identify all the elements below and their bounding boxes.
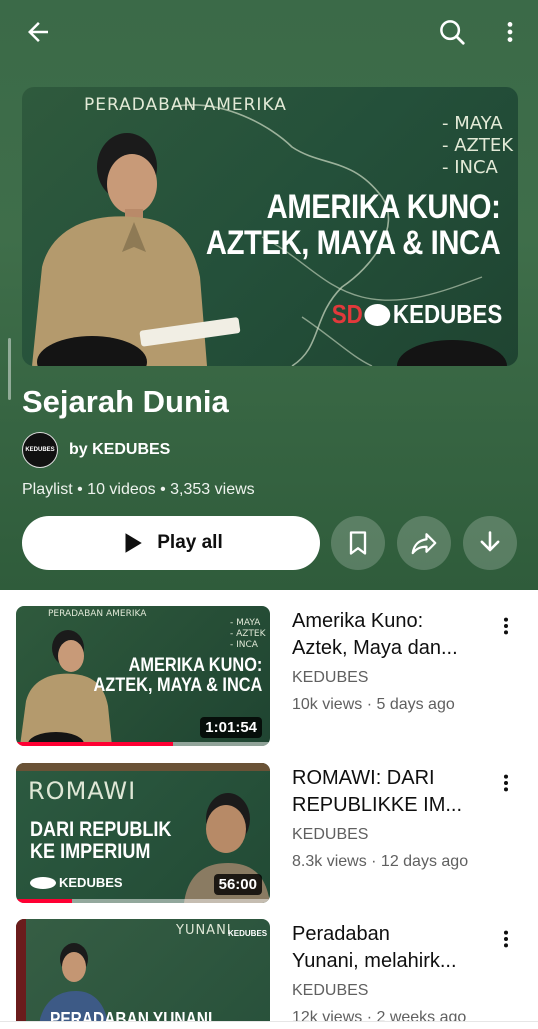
playlist-owner[interactable]: KEDUBES by KEDUBES bbox=[22, 432, 170, 468]
hero-brand-logo: SD KEDUBES bbox=[331, 299, 502, 329]
video-menu-button[interactable] bbox=[492, 763, 520, 803]
thumbnail-board-title: YUNANI bbox=[176, 923, 232, 938]
play-icon bbox=[125, 533, 142, 553]
video-channel: KEDUBES bbox=[292, 826, 369, 843]
back-button[interactable] bbox=[16, 10, 60, 54]
thumbnail-title-text: DARI REPUBLIK KE IMPERIUM bbox=[30, 818, 172, 863]
video-menu-button[interactable] bbox=[492, 919, 520, 959]
video-row[interactable]: YUNANI KEDUBES PERADABAN YUNANI Peradaba… bbox=[0, 919, 538, 1021]
thumbnail-board-title: PERADABAN AMERIKA bbox=[48, 609, 147, 619]
hero-big-title: AMERIKA KUNO: AZTEK, MAYA & INCA bbox=[205, 188, 501, 262]
more-vert-icon bbox=[503, 930, 509, 948]
video-row[interactable]: PERADABAN AMERIKA - MAYA - AZTEK - INCA … bbox=[0, 606, 538, 756]
video-channel: KEDUBES bbox=[292, 669, 369, 686]
thumbnail-title-text: AMERIKA KUNO: AZTEK, MAYA & INCA bbox=[93, 655, 262, 696]
owner-name[interactable]: by KEDUBES bbox=[69, 441, 170, 459]
search-button[interactable] bbox=[430, 10, 474, 54]
bottom-divider bbox=[0, 1021, 538, 1022]
scroll-indicator[interactable] bbox=[8, 338, 11, 400]
video-duration: 1:01:54 bbox=[200, 717, 262, 738]
thumbnail-brand-logo: KEDUBES bbox=[30, 875, 123, 890]
video-thumbnail[interactable]: YUNANI KEDUBES PERADABAN YUNANI bbox=[16, 919, 270, 1021]
watch-progress-bar bbox=[16, 899, 72, 903]
playlist-hero-thumbnail[interactable]: PERADABAN AMERIKA - MAYA - AZTEK - INCA … bbox=[22, 87, 518, 366]
thumbnail-board-list: - MAYA - AZTEK - INCA bbox=[230, 618, 266, 650]
playlist-meta: Playlist • 10 videos • 3,353 views bbox=[22, 481, 255, 498]
video-thumbnail[interactable]: PERADABAN AMERIKA - MAYA - AZTEK - INCA … bbox=[16, 606, 270, 746]
share-icon bbox=[411, 533, 437, 555]
thumbnail-title-text: PERADABAN YUNANI bbox=[50, 1009, 213, 1021]
video-title[interactable]: ROMAWI: DARI REPUBLIKKE IM... bbox=[292, 765, 482, 819]
hero-board-title: PERADABAN AMERIKA bbox=[84, 95, 287, 115]
play-all-button[interactable]: Play all bbox=[22, 516, 320, 570]
video-stats: 12k views · 2 weeks ago bbox=[292, 1009, 467, 1021]
hero-board-list: - MAYA - AZTEK - INCA bbox=[442, 113, 514, 178]
video-title[interactable]: Peradaban Yunani, melahirk... bbox=[292, 921, 482, 975]
channel-avatar[interactable]: KEDUBES bbox=[22, 432, 58, 468]
download-icon bbox=[480, 531, 500, 552]
video-row[interactable]: ROMAWI DARI REPUBLIK KE IMPERIUM KEDUBES… bbox=[0, 763, 538, 913]
more-options-button[interactable] bbox=[488, 10, 532, 54]
video-channel: KEDUBES bbox=[292, 982, 369, 999]
video-stats: 10k views · 5 days ago bbox=[292, 696, 455, 713]
bookmark-icon bbox=[349, 531, 367, 555]
search-icon bbox=[440, 20, 465, 45]
more-vert-icon bbox=[507, 22, 513, 42]
download-button[interactable] bbox=[463, 516, 517, 570]
top-app-bar bbox=[0, 0, 538, 64]
video-title[interactable]: Amerika Kuno: Aztek, Maya dan... bbox=[292, 608, 482, 662]
watch-progress-bar bbox=[16, 742, 174, 746]
more-vert-icon bbox=[503, 617, 509, 635]
thumbnail-brand-logo: KEDUBES bbox=[228, 929, 268, 938]
thumbnail-board-title: ROMAWI bbox=[28, 777, 137, 805]
video-stats: 8.3k views · 12 days ago bbox=[292, 853, 469, 870]
video-duration: 56:00 bbox=[213, 874, 262, 895]
share-button[interactable] bbox=[397, 516, 451, 570]
video-thumbnail[interactable]: ROMAWI DARI REPUBLIK KE IMPERIUM KEDUBES… bbox=[16, 763, 270, 903]
arrow-left-icon bbox=[28, 22, 48, 42]
playlist-title: Sejarah Dunia bbox=[22, 384, 229, 419]
save-playlist-button[interactable] bbox=[331, 516, 385, 570]
more-vert-icon bbox=[503, 774, 509, 792]
video-menu-button[interactable] bbox=[492, 606, 520, 646]
